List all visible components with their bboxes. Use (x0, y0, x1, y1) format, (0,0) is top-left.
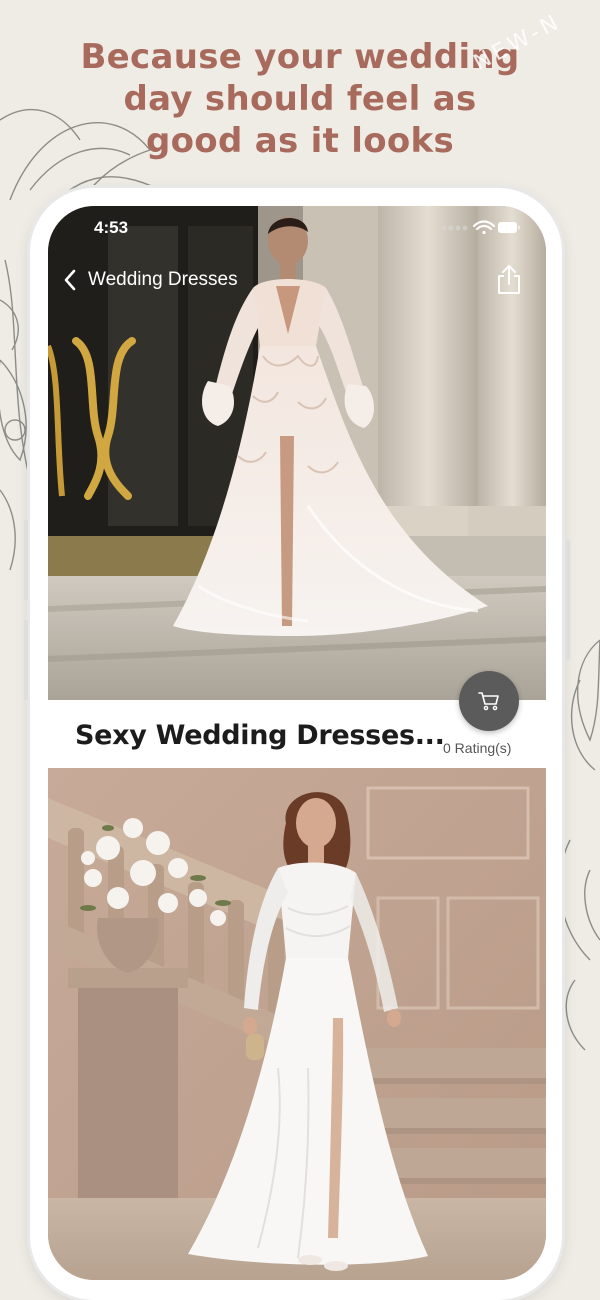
phone-side-button (24, 520, 28, 600)
product-image-2[interactable] (48, 768, 546, 1280)
share-icon (498, 265, 520, 294)
wifi-icon (472, 220, 496, 235)
product-rating[interactable]: 0 Rating(s) (443, 740, 511, 756)
phone-power-button (566, 540, 570, 660)
headline-line-3: good as it looks (145, 121, 454, 161)
status-icons (440, 220, 520, 236)
back-button[interactable]: Wedding Dresses (62, 268, 238, 292)
back-button-label: Wedding Dresses (88, 269, 238, 290)
signal-icon (441, 225, 468, 231)
app-screen: 4:53 Wedding Dresses Sexy Wedding Dresse… (48, 206, 546, 1280)
product-title: Sexy Wedding Dresses... (75, 720, 445, 751)
battery-icon (498, 222, 520, 233)
add-to-cart-button[interactable] (459, 671, 519, 731)
cart-icon (478, 692, 499, 711)
headline-line-2: day should feel as (123, 79, 477, 119)
share-button[interactable] (496, 264, 522, 296)
phone-side-button (24, 620, 28, 700)
hero-product-image[interactable]: 4:53 Wedding Dresses (48, 206, 546, 700)
status-time: 4:53 (94, 218, 129, 237)
chevron-left-icon (64, 269, 76, 291)
